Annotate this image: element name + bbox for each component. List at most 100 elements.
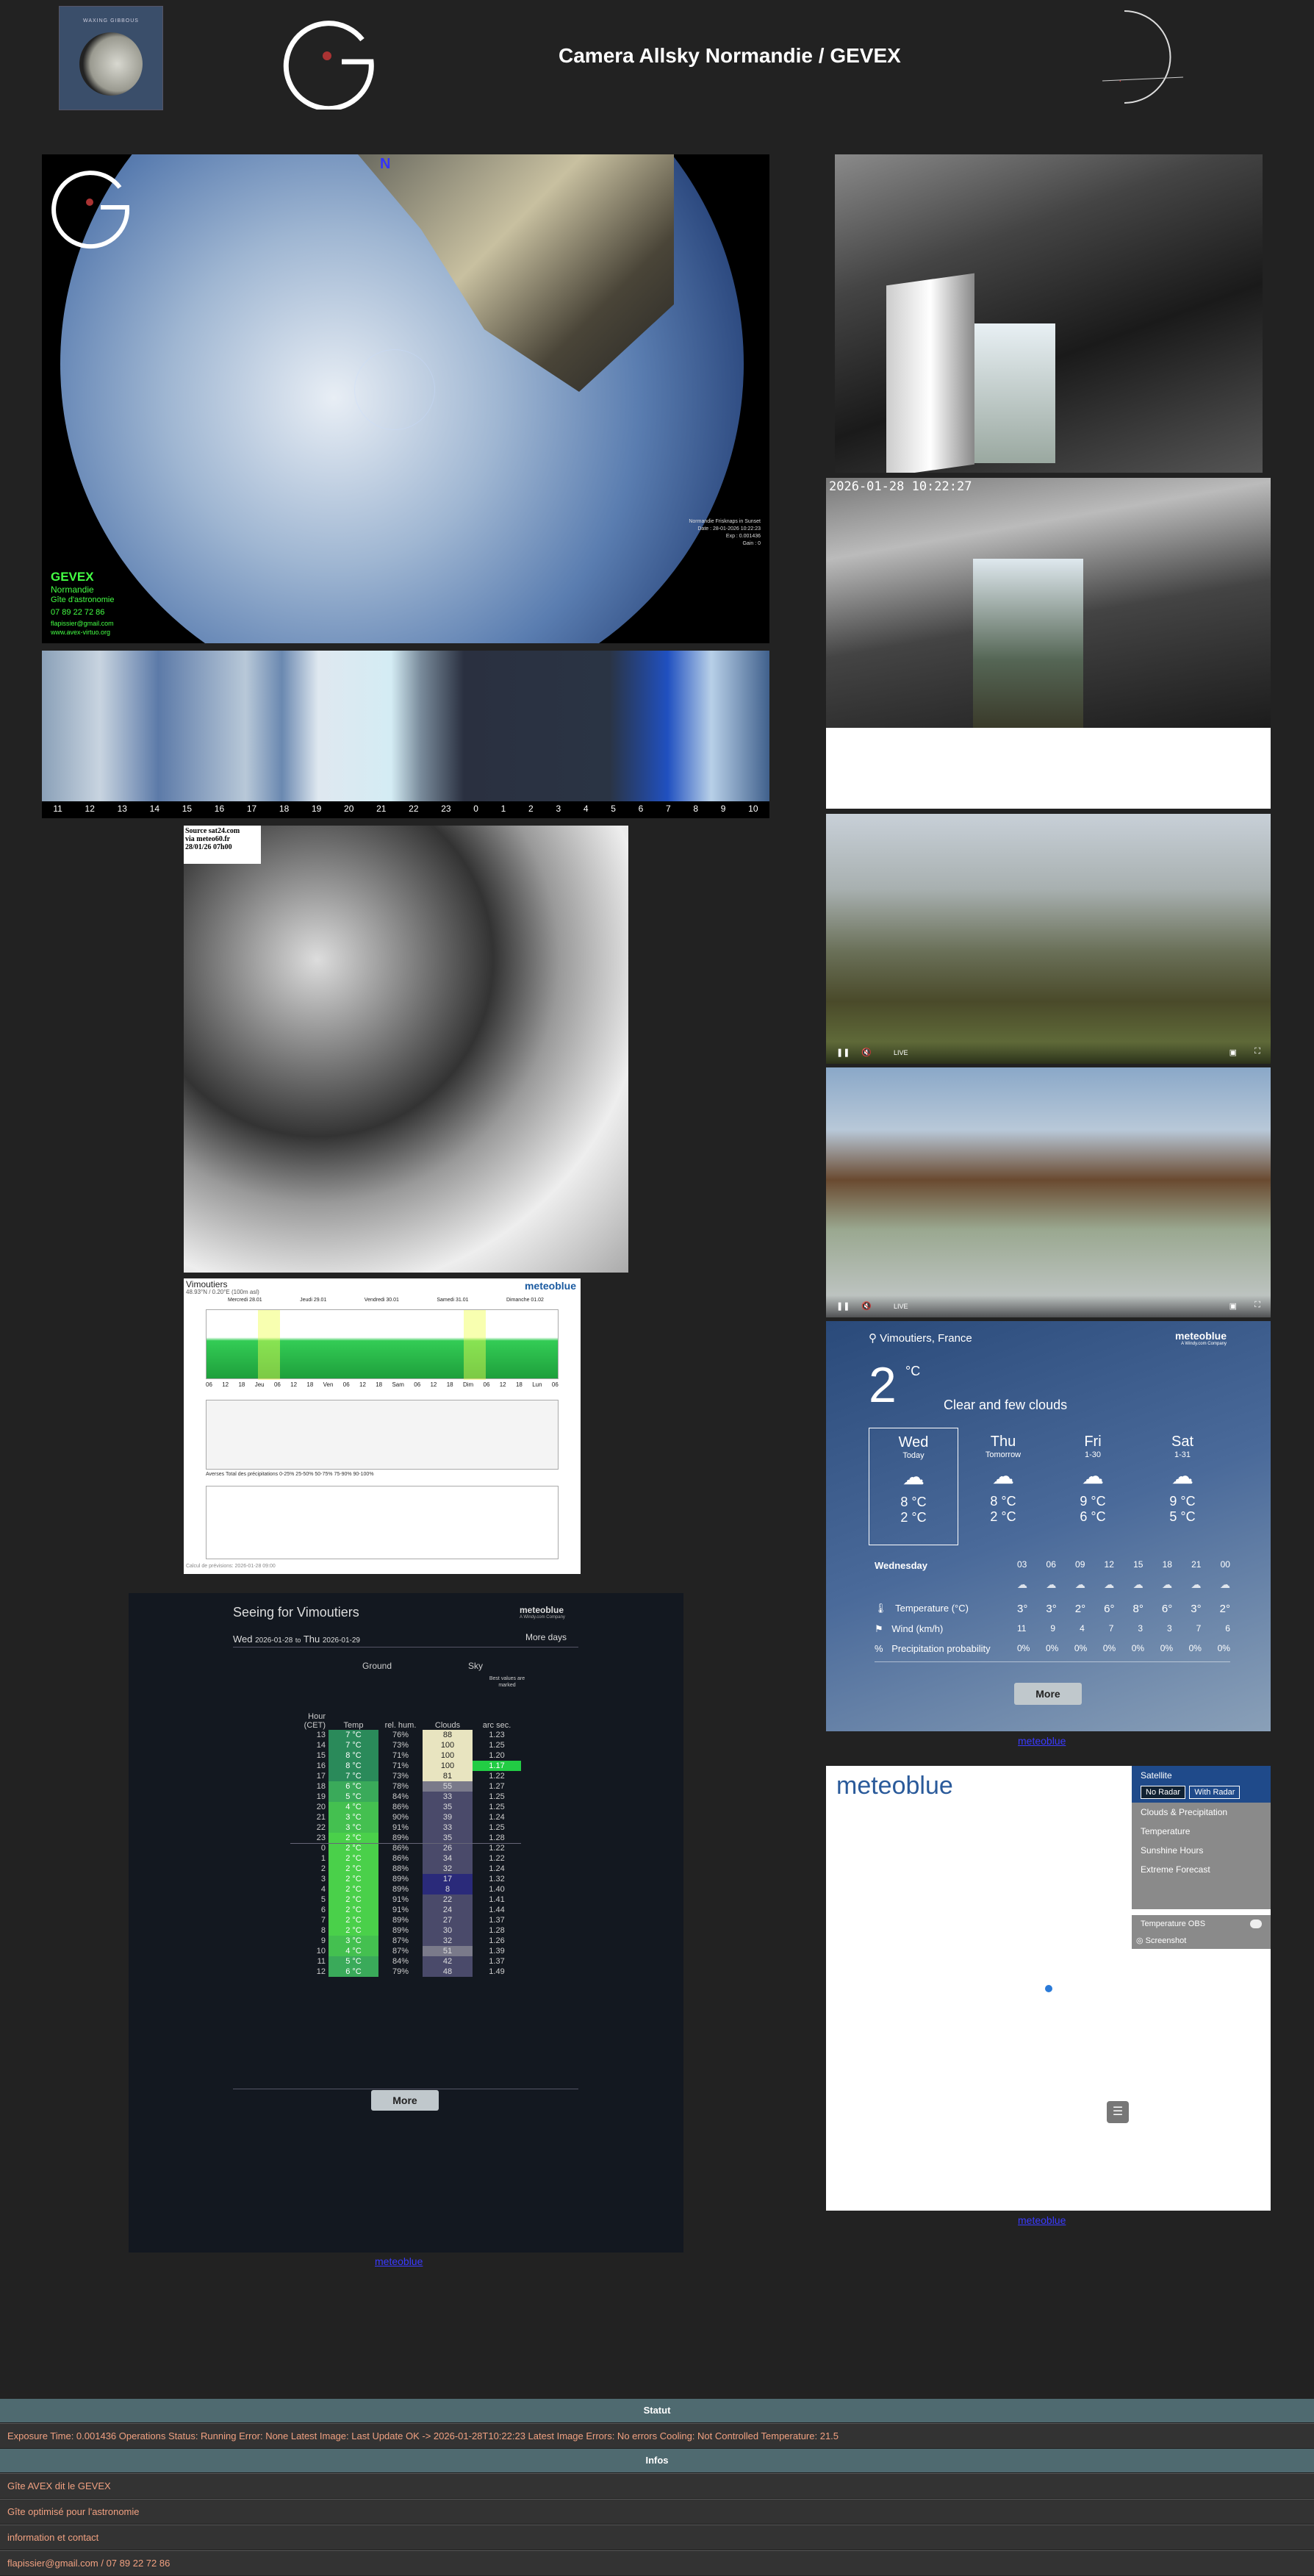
live-cam-2: ❚❚ 🔇 LIVE ▣ ⛶ [826, 1067, 1271, 1317]
table-row: 72 °C 89% 27 1.37 [290, 1915, 521, 1925]
keogram-hour-label: 18 [279, 804, 290, 814]
day-min: 6 °C [1080, 1509, 1106, 1524]
radar-toggle: No Radar With Radar [1132, 1785, 1271, 1803]
play-pause-icon[interactable]: ❚❚ [836, 1048, 850, 1057]
map-menu-icon[interactable]: ☰ [1107, 2101, 1129, 2123]
forecast-more-button[interactable]: More [1014, 1683, 1082, 1705]
pip-icon[interactable]: ▣ [1229, 1301, 1237, 1311]
temp-cell: 3 °C [328, 1822, 378, 1833]
arc-cell: 1.24 [489, 1864, 505, 1873]
temp-obs-toggle[interactable]: Temperature OBS [1132, 1915, 1271, 1933]
arc-cell: 1.25 [489, 1792, 505, 1801]
arc-cell: 1.39 [489, 1947, 505, 1956]
table-row: 52 °C 91% 22 1.41 [290, 1895, 521, 1905]
day-card[interactable]: Sat 1-31 ☁ 9 °C 5 °C [1138, 1428, 1227, 1545]
more-days-link[interactable]: More days [525, 1632, 567, 1642]
keogram-hour-label: 4 [583, 804, 589, 814]
forecast-brand: meteoblue [1174, 1330, 1227, 1342]
table-row: 18 6 °C 78% 55 1.27 [290, 1781, 521, 1792]
hour-cell: 13 [316, 1731, 326, 1739]
current-condition: Clear and few clouds [944, 1398, 1068, 1412]
arc-cell: 1.20 [489, 1751, 505, 1760]
temp-value: 3° [1017, 1603, 1028, 1615]
screenshot-button[interactable]: ◎ Screenshot [1132, 1933, 1271, 1949]
temp-cell: 2 °C [328, 1925, 378, 1936]
humidity-cell: 91% [392, 1906, 409, 1914]
map-meteoblue-link[interactable]: meteoblue [1018, 2214, 1066, 2226]
info-row: Gîte optimisé pour l'astronomie [0, 2499, 1314, 2524]
center-reticle [354, 349, 435, 430]
gevex-overlay-logo [49, 162, 137, 250]
fullscreen-icon[interactable]: ⛶ [1254, 1047, 1260, 1056]
day-card[interactable]: Thu Tomorrow ☁ 8 °C 2 °C [958, 1428, 1048, 1545]
menu-item[interactable]: Clouds & Precipitation [1132, 1803, 1271, 1822]
temp-value: 8° [1132, 1603, 1144, 1615]
range-to-word: to [295, 1636, 301, 1644]
precip-value: 0% [1074, 1643, 1088, 1653]
humidity-cell: 86% [392, 1803, 409, 1811]
hour-label: 06 [1046, 1559, 1056, 1570]
humidity-cell: 73% [392, 1741, 409, 1750]
humidity-cell: 73% [392, 1772, 409, 1781]
menu-item[interactable]: Extreme Forecast [1132, 1860, 1271, 1879]
hour-cell: 10 [316, 1947, 326, 1956]
precip-value: 0% [1131, 1643, 1145, 1653]
day-card[interactable]: Fri 1-30 ☁ 9 °C 6 °C [1048, 1428, 1138, 1545]
humidity-cell: 89% [392, 1916, 409, 1925]
play-pause-icon[interactable]: ❚❚ [836, 1301, 850, 1311]
hour-cell: 4 [320, 1885, 326, 1894]
allsky-image: N GEVEX Normandie Gîte d'astronomie 07 8… [42, 154, 769, 643]
svg-text:·: · [1119, 74, 1122, 86]
clouds-cell: 100 [423, 1761, 473, 1771]
live-label: LIVE [894, 1303, 908, 1310]
temp-cell: 6 °C [328, 1781, 378, 1792]
no-radar-button[interactable]: No Radar [1141, 1786, 1186, 1799]
seeing-meteoblue-link[interactable]: meteoblue [375, 2255, 423, 2267]
day-sub: Today [902, 1451, 925, 1460]
temp-cell: 7 °C [328, 1771, 378, 1781]
seeing-title: Seeing for Vimoutiers [233, 1605, 359, 1620]
mute-icon[interactable]: 🔇 [861, 1048, 872, 1057]
shelter-camera-1 [835, 154, 1263, 473]
precip-value: 0% [1045, 1643, 1059, 1653]
temp-value: 6° [1161, 1603, 1173, 1615]
mute-icon[interactable]: 🔇 [861, 1301, 872, 1311]
fullscreen-icon[interactable]: ⛶ [1254, 1300, 1260, 1310]
keogram-hour-label: 11 [53, 804, 62, 814]
pip-icon[interactable]: ▣ [1229, 1048, 1237, 1057]
temp-cell: 4 °C [328, 1946, 378, 1956]
seeing-more-button[interactable]: More [371, 2090, 439, 2111]
clouds-cell: 55 [423, 1781, 473, 1792]
day-card[interactable]: Wed Today ☁ 8 °C 2 °C [869, 1428, 958, 1545]
meteogram-hour-label: 12 [290, 1381, 298, 1388]
menu-item[interactable]: Temperature [1132, 1822, 1271, 1841]
overlay-info-line: Date : 28-01-2026 10:22:23 [697, 526, 761, 532]
hour-cell: 11 [317, 1957, 326, 1966]
clouds-cell: 33 [423, 1792, 473, 1802]
weather-icon: ☁ [1017, 1578, 1027, 1590]
info-row[interactable]: information et contact [0, 2525, 1314, 2550]
meteogram-days: Mercredi 28.01 Jeudi 29.01 Vendredi 30.01 S… [228, 1298, 544, 1303]
humidity-cell: 88% [392, 1864, 409, 1873]
meteogram-hour-label: Ven [323, 1381, 334, 1388]
meteogram: Vimoutiers 48.93°N / 0.20°E (100m asl) m… [184, 1278, 581, 1574]
screenshot-label: Screenshot [1145, 1936, 1187, 1945]
location-text: Vimoutiers, France [880, 1332, 972, 1345]
temp-cell: 7 °C [328, 1740, 378, 1750]
with-radar-button[interactable]: With Radar [1189, 1786, 1241, 1799]
table-row: 17 7 °C 73% 81 1.22 [290, 1771, 521, 1781]
wind-value: 3 [1166, 1623, 1172, 1634]
menu-item[interactable]: Sunshine Hours [1132, 1841, 1271, 1860]
partly-sunny-icon: ☁ [992, 1464, 1014, 1489]
hour-cell: 8 [320, 1926, 326, 1935]
table-row: 12 6 °C 79% 48 1.49 [290, 1967, 521, 1977]
map-menu: Satellite No Radar With Radar Clouds & P… [1132, 1766, 1271, 1909]
hour-cell: 12 [316, 1967, 326, 1976]
wind-value: 7 [1196, 1623, 1202, 1634]
keogram-hour-label: 16 [214, 804, 225, 814]
avex-logo: · [1080, 7, 1191, 110]
col-hour: Hour (CET) [304, 1712, 326, 1730]
forecast-meteoblue-link[interactable]: meteoblue [1018, 1735, 1066, 1747]
keogram-hour-label: 6 [638, 804, 644, 814]
live-controls: ❚❚ 🔇 LIVE ▣ ⛶ [826, 1295, 1271, 1317]
